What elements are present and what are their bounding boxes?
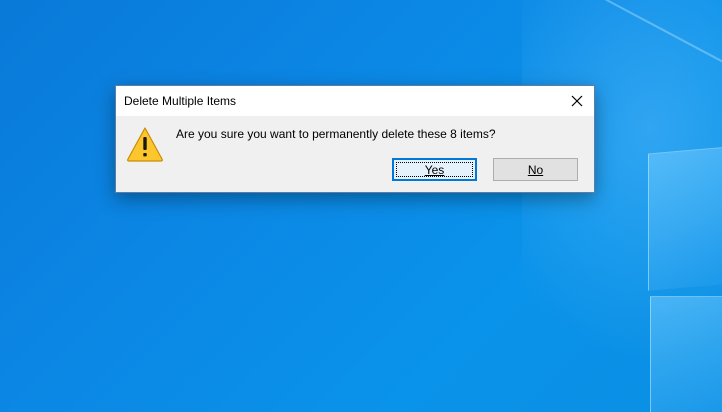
dialog-titlebar[interactable]: Delete Multiple Items	[116, 86, 594, 116]
no-button[interactable]: No	[493, 158, 578, 181]
close-button[interactable]	[560, 86, 594, 116]
no-button-label: No	[527, 162, 544, 177]
desktop-background	[0, 0, 722, 412]
yes-button-label: Yes	[424, 162, 445, 177]
windows-logo-pane-bottom	[650, 296, 722, 412]
dialog-title: Delete Multiple Items	[124, 94, 237, 108]
windows-logo-pane-top	[648, 146, 722, 291]
yes-button[interactable]: Yes	[392, 158, 477, 181]
delete-confirmation-dialog: Delete Multiple Items Are you sure you w…	[115, 85, 595, 193]
dialog-message: Are you sure you want to permanently del…	[176, 127, 496, 141]
close-icon	[571, 95, 583, 107]
warning-icon	[127, 127, 163, 162]
